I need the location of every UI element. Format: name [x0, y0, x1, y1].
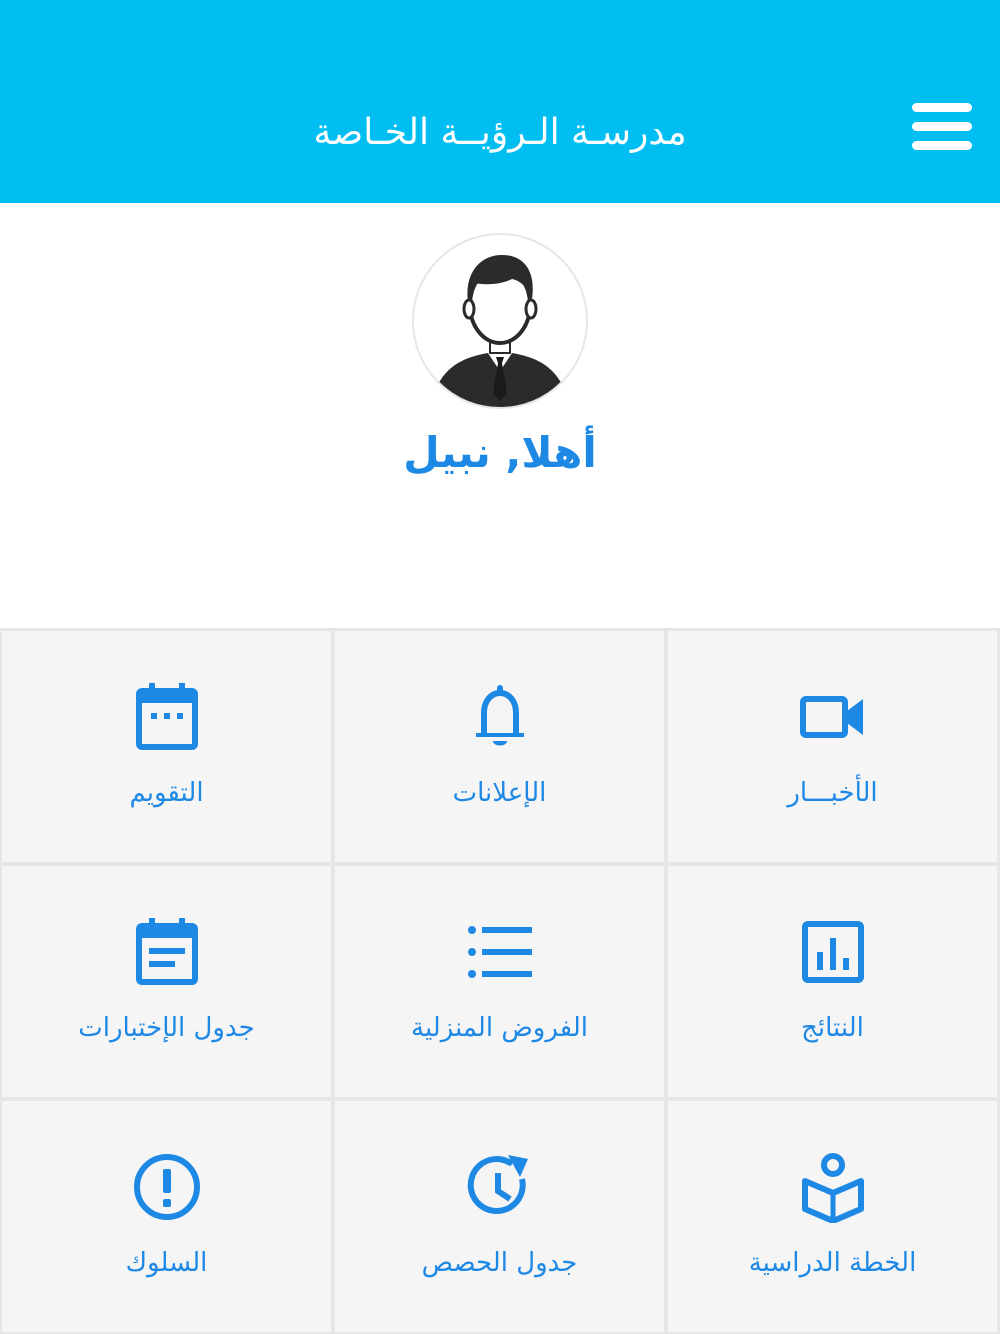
hamburger-menu-icon: [906, 97, 978, 157]
clock-refresh-icon: [464, 1151, 536, 1223]
menu-grid: الأخبـــار الإعلانات التقويم النتائج الف…: [0, 628, 1000, 1334]
tile-exam-schedule-label: جدول الإختبارات: [78, 1013, 255, 1043]
tile-news[interactable]: الأخبـــار: [668, 631, 997, 862]
tile-study-plan[interactable]: الخطة الدراسية: [668, 1101, 997, 1332]
video-camera-icon: [797, 681, 869, 753]
calendar-notes-icon: [131, 916, 203, 988]
tile-results-label: النتائج: [801, 1013, 864, 1043]
greeting-text: أهلا, نبيل: [403, 428, 597, 477]
tile-behavior[interactable]: السلوك: [2, 1101, 331, 1332]
tile-homework[interactable]: الفروض المنزلية: [335, 866, 664, 1097]
alert-circle-icon: [131, 1151, 203, 1223]
book-reader-icon: [797, 1151, 869, 1223]
tile-calendar[interactable]: التقويم: [2, 631, 331, 862]
avatar[interactable]: [412, 233, 588, 409]
tile-behavior-label: السلوك: [125, 1248, 208, 1278]
bell-icon: [464, 681, 536, 753]
tile-results[interactable]: النتائج: [668, 866, 997, 1097]
tile-exam-schedule[interactable]: جدول الإختبارات: [2, 866, 331, 1097]
tile-announcements[interactable]: الإعلانات: [335, 631, 664, 862]
list-icon: [464, 916, 536, 988]
app-bar: مدرسـة الـرؤيــة الخـاصة: [0, 0, 1000, 203]
menu-button[interactable]: [906, 97, 978, 157]
tile-homework-label: الفروض المنزلية: [411, 1013, 588, 1043]
tile-news-label: الأخبـــار: [787, 778, 878, 808]
user-avatar-icon: [414, 235, 586, 407]
calendar-icon: [131, 681, 203, 753]
bar-chart-icon: [797, 916, 869, 988]
tile-class-schedule-label: جدول الحصص: [421, 1248, 578, 1278]
tile-calendar-label: التقويم: [129, 778, 204, 808]
tile-announcements-label: الإعلانات: [452, 778, 547, 808]
tile-study-plan-label: الخطة الدراسية: [748, 1248, 917, 1278]
tile-class-schedule[interactable]: جدول الحصص: [335, 1101, 664, 1332]
app-title: مدرسـة الـرؤيــة الخـاصة: [313, 112, 687, 153]
